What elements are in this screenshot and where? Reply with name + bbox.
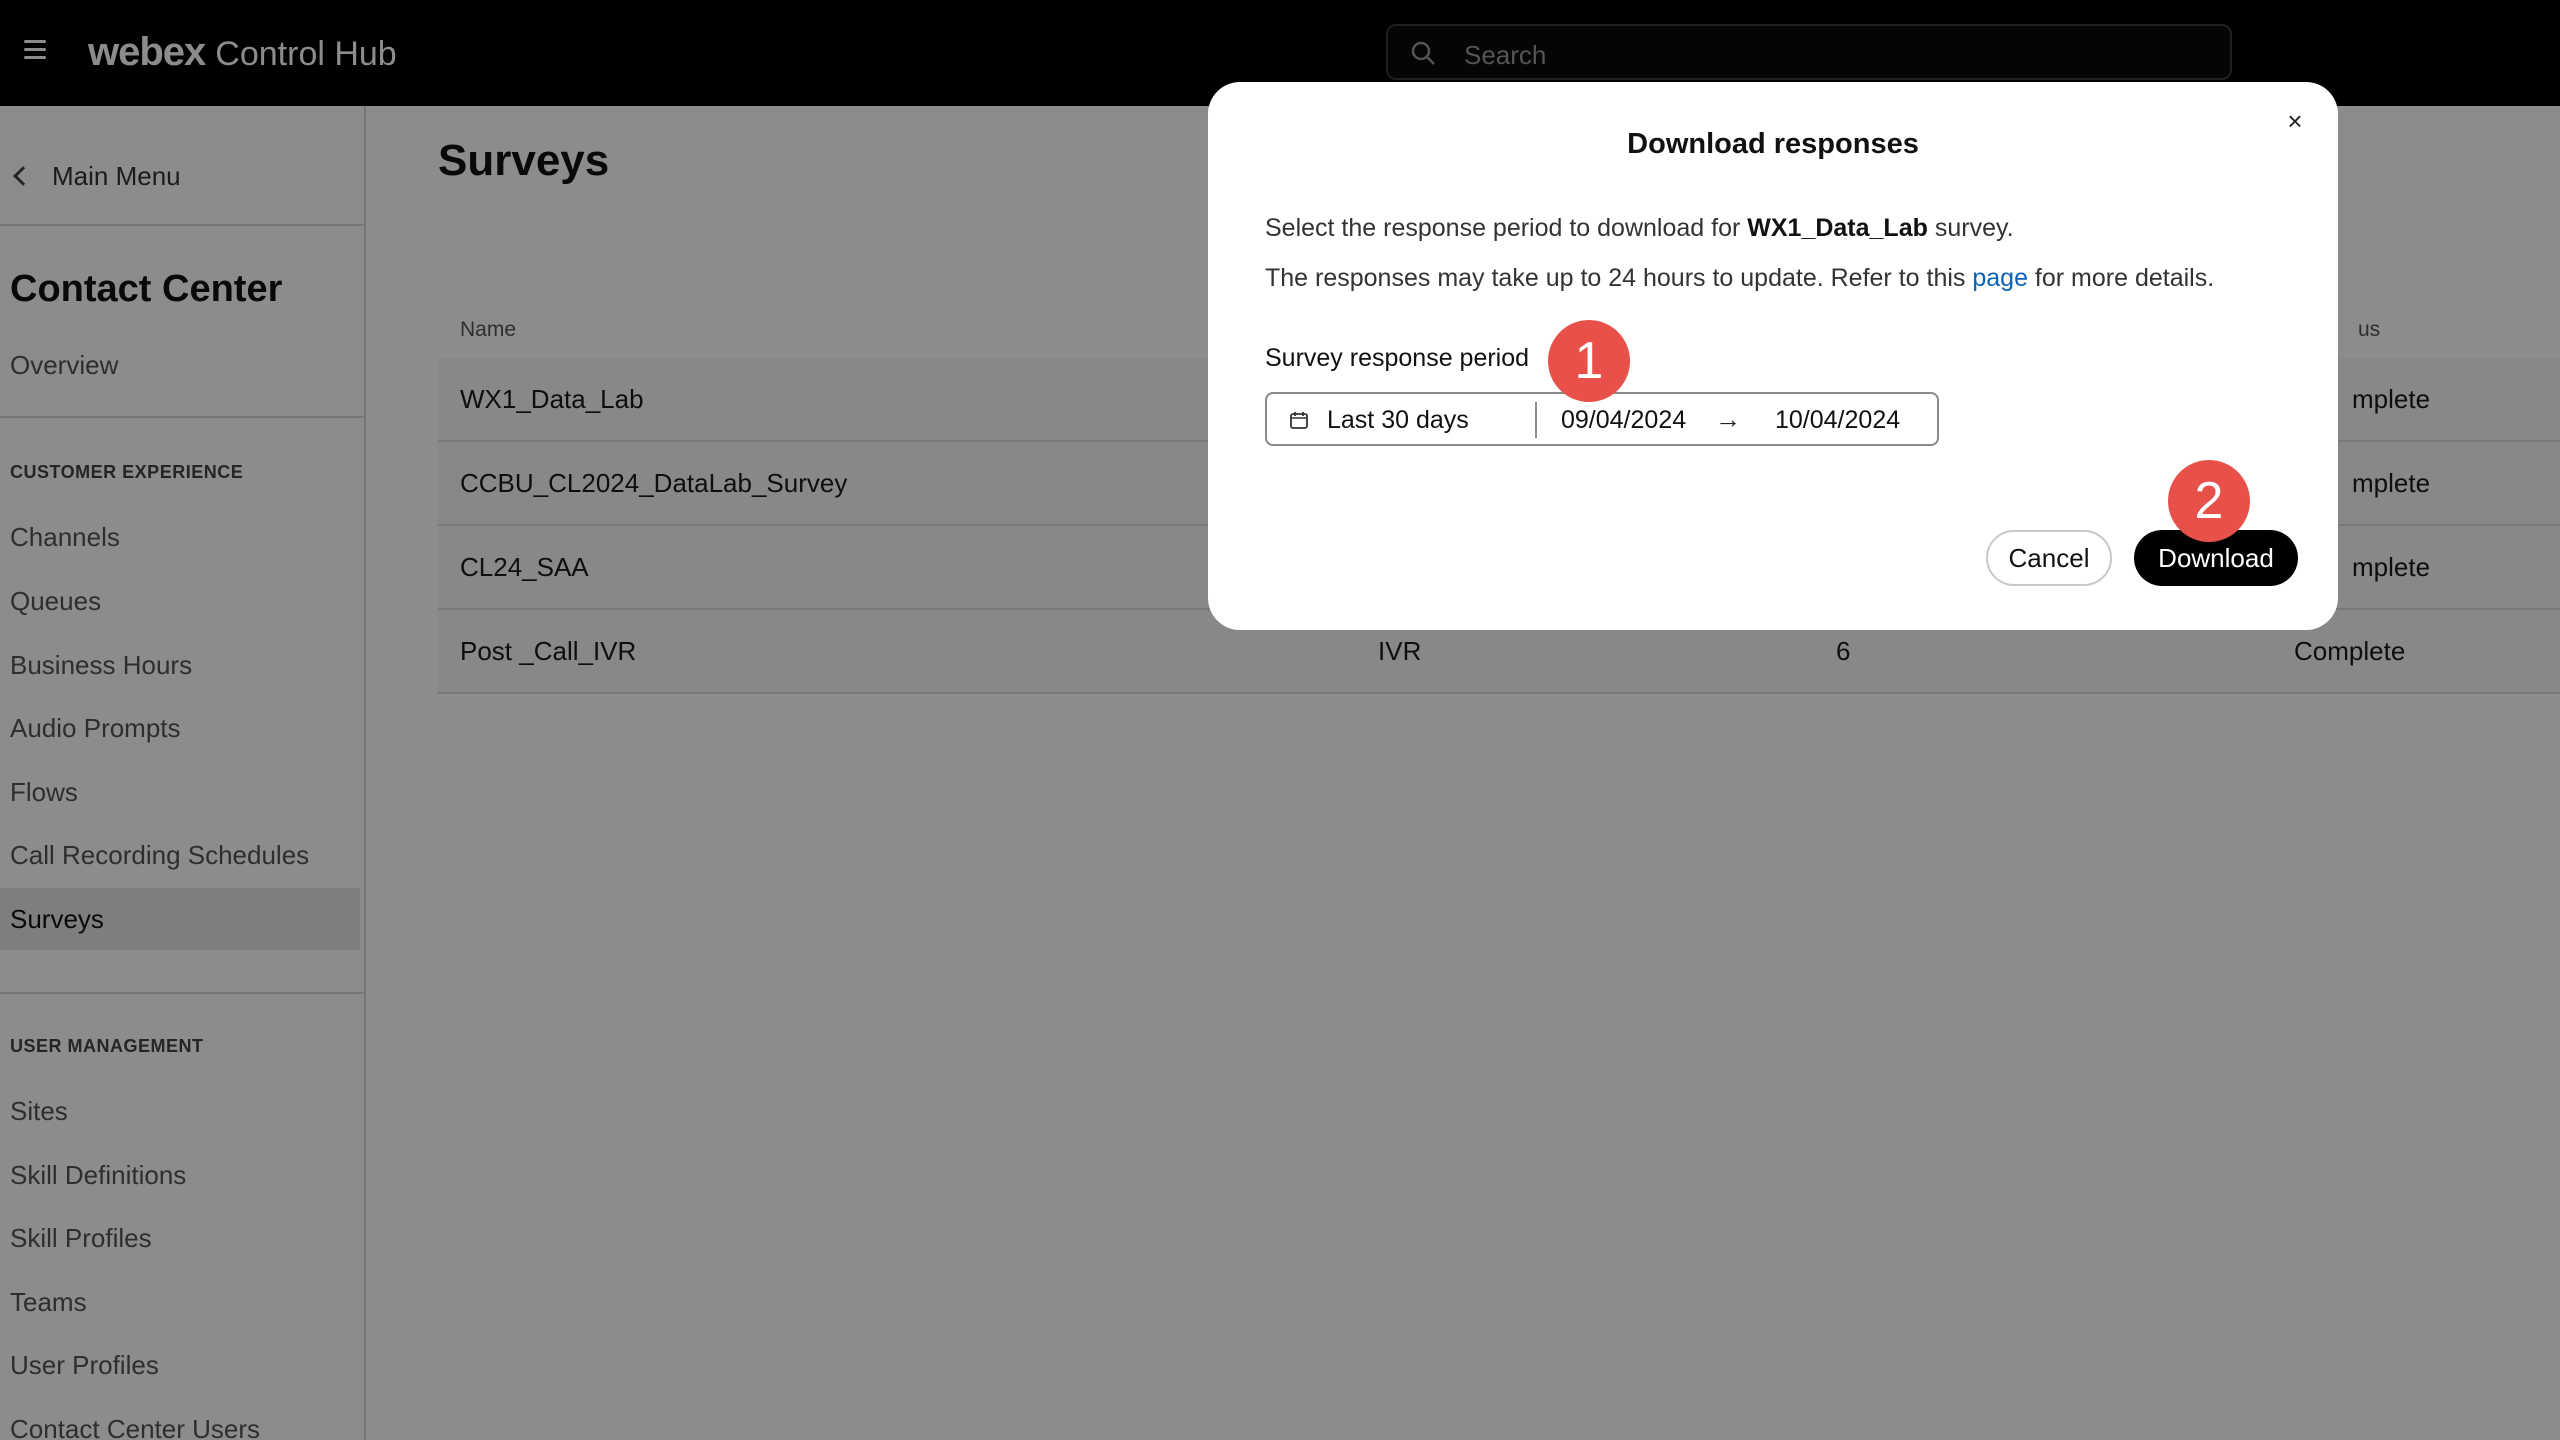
dialog-description: Select the response period to download f… [1265, 214, 2014, 243]
description-prefix: Select the response period to download f… [1265, 214, 1748, 242]
survey-name: WX1_Data_Lab [1747, 214, 1928, 242]
period-label: Survey response period [1265, 344, 1530, 372]
details-page-link[interactable]: page [1972, 264, 2028, 292]
start-date-field[interactable]: 09/04/2024 [1561, 406, 1686, 435]
step-marker-1: 1 [1548, 320, 1630, 402]
cancel-button[interactable]: Cancel [1986, 530, 2112, 586]
date-range-picker[interactable]: Last 30 days 09/04/2024 → 10/04/2024 [1265, 392, 1939, 446]
note-suffix: for more details. [2027, 264, 2215, 292]
divider [1535, 402, 1537, 438]
download-responses-dialog: × Download responses Select the response… [1208, 82, 2338, 630]
dialog-title: Download responses [1627, 128, 1919, 160]
calendar-icon [1290, 412, 1308, 429]
step-marker-2: 2 [2168, 460, 2250, 542]
dialog-note: The responses may take up to 24 hours to… [1265, 264, 2214, 293]
range-preset-select[interactable]: Last 30 days [1327, 406, 1469, 435]
description-suffix: survey. [1927, 214, 2014, 242]
arrow-right-icon: → [1715, 404, 1741, 434]
note-prefix: The responses may take up to 24 hours to… [1265, 264, 1973, 292]
end-date-field[interactable]: 10/04/2024 [1775, 406, 1900, 435]
